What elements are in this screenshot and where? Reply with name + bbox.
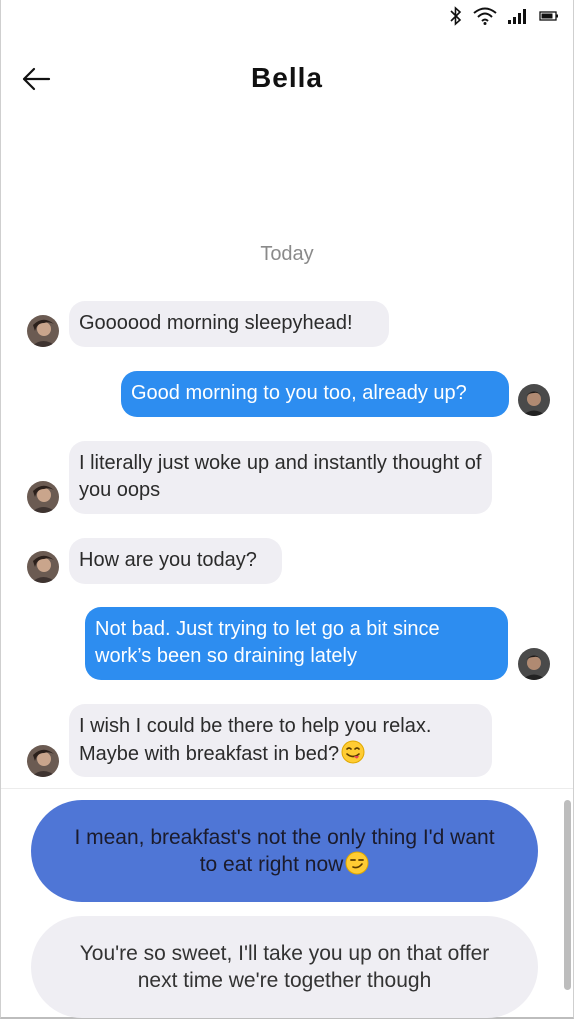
message-text: Goooood morning sleepyhead!: [79, 312, 353, 334]
battery-icon: [539, 11, 558, 21]
message-bubble-incoming: I literally just woke up and instantly t…: [69, 441, 492, 514]
wifi-icon: [473, 7, 497, 25]
reply-option-button[interactable]: I mean, breakfast's not the only thing I…: [31, 800, 538, 902]
message-text: I literally just woke up and instantly t…: [79, 452, 482, 501]
message-text: Not bad. Just trying to let go a bit sin…: [95, 618, 440, 667]
reply-option-text: I mean, breakfast's not the only thing I…: [74, 826, 495, 876]
divider: [1, 788, 573, 789]
chat-header: Bella: [1, 52, 573, 108]
signal-icon: [508, 9, 526, 24]
message-bubble-incoming: Goooood morning sleepyhead!: [69, 301, 389, 347]
message-bubble-outgoing: Good morning to you too, already up?: [121, 371, 509, 417]
contact-avatar: [27, 745, 59, 777]
message-text: Good morning to you too, already up?: [131, 382, 467, 404]
smirk-face-emoji: [345, 851, 369, 875]
app-window: Bella Today Goooood morning sleepyhead! …: [0, 0, 574, 1019]
message-text: I wish I could be there to help you rela…: [79, 715, 432, 765]
status-icons: [449, 6, 559, 26]
contact-avatar: [27, 315, 59, 347]
status-bar: [1, 0, 573, 34]
reply-option-text: You're so sweet, I'll take you up on tha…: [79, 942, 490, 992]
scrollbar[interactable]: [564, 800, 571, 990]
user-avatar: [518, 648, 550, 680]
reply-option-button[interactable]: You're so sweet, I'll take you up on tha…: [31, 916, 538, 1018]
user-avatar: [518, 384, 550, 416]
message-bubble-incoming: I wish I could be there to help you rela…: [69, 704, 492, 777]
message-bubble-outgoing: Not bad. Just trying to let go a bit sin…: [85, 607, 508, 680]
message-text: How are you today?: [79, 549, 257, 571]
message-bubble-incoming: How are you today?: [69, 538, 282, 584]
contact-avatar: [27, 551, 59, 583]
contact-avatar: [27, 481, 59, 513]
contact-name: Bella: [251, 62, 323, 93]
bluetooth-icon: [450, 6, 462, 26]
date-separator: Today: [260, 243, 314, 265]
yum-face-emoji: [341, 740, 365, 764]
